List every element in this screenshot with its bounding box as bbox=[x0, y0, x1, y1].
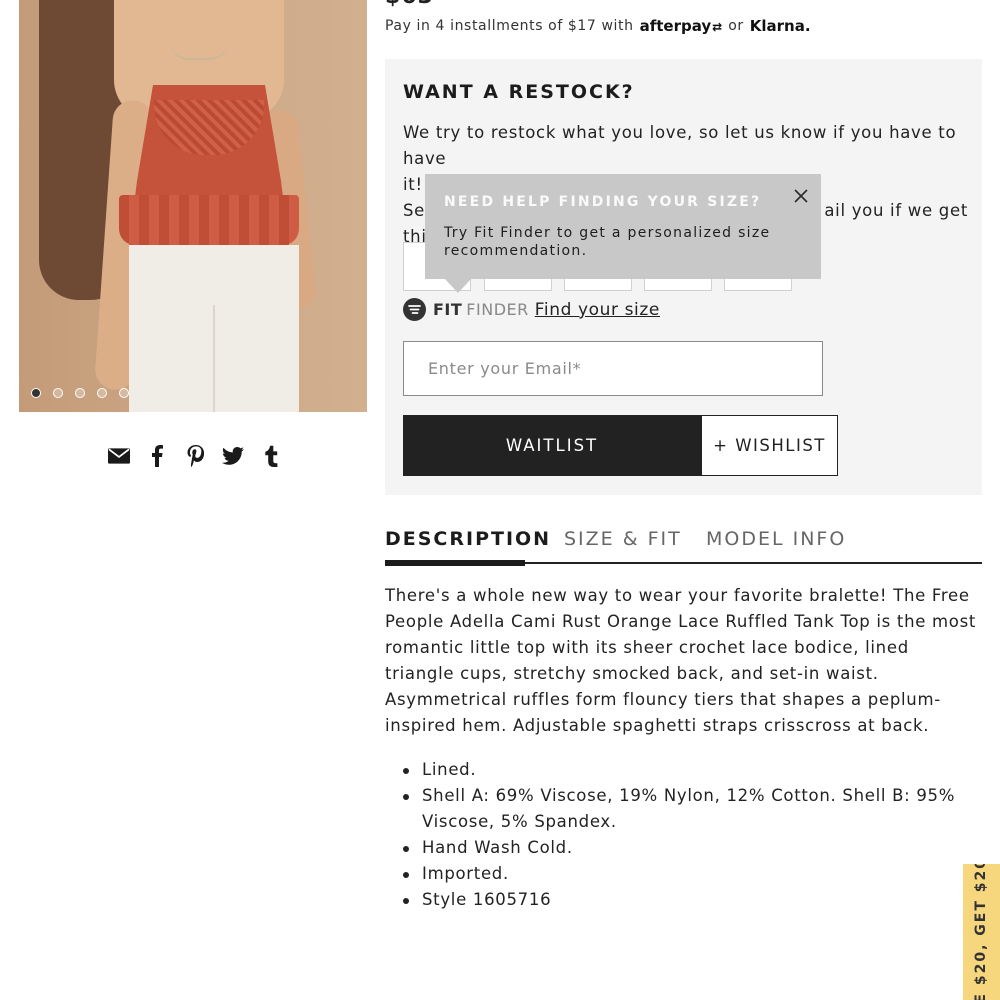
close-icon[interactable] bbox=[790, 185, 812, 207]
installments-line: Pay in 4 installments of $17 with afterp… bbox=[385, 17, 817, 35]
product-image[interactable] bbox=[19, 0, 367, 412]
product-details-list: Lined. Shell A: 69% Viscose, 19% Nylon, … bbox=[403, 757, 983, 913]
email-icon[interactable] bbox=[108, 444, 130, 468]
price: $63 bbox=[385, 0, 434, 9]
tab-model-info[interactable]: MODEL INFO bbox=[706, 528, 846, 550]
social-share bbox=[108, 444, 282, 468]
facebook-icon[interactable] bbox=[146, 444, 168, 468]
tooltip-text: Try Fit Finder to get a personalized siz… bbox=[444, 225, 771, 259]
product-description: There's a whole new way to wear your fav… bbox=[385, 586, 977, 735]
promo-text: E $20, GET $20 bbox=[973, 864, 989, 1000]
tab-size-fit[interactable]: SIZE & FIT bbox=[564, 528, 682, 550]
klarna-logo[interactable]: Klarna. bbox=[750, 17, 811, 35]
carousel-dots bbox=[31, 388, 129, 398]
fit-finder-icon bbox=[403, 298, 426, 321]
afterpay-logo[interactable]: afterpay⇄ bbox=[640, 17, 723, 35]
tumblr-icon[interactable] bbox=[260, 444, 282, 468]
tooltip-title: NEED HELP FINDING YOUR SIZE? bbox=[444, 194, 762, 210]
fit-finder-row: FIT FINDER Find your size bbox=[403, 298, 660, 321]
carousel-dot-3[interactable] bbox=[75, 388, 85, 398]
restock-line-1: We try to restock what you love, so let … bbox=[403, 123, 957, 168]
fit-finder-brand-light: FINDER bbox=[466, 300, 529, 319]
tab-description[interactable]: DESCRIPTION bbox=[385, 528, 551, 550]
pinterest-icon[interactable] bbox=[184, 444, 206, 468]
carousel-dot-5[interactable] bbox=[119, 388, 129, 398]
carousel-dot-4[interactable] bbox=[97, 388, 107, 398]
restock-line-3-left: Se bbox=[403, 201, 426, 220]
wishlist-button[interactable]: + WISHLIST bbox=[701, 415, 838, 476]
restock-title: WANT A RESTOCK? bbox=[403, 81, 635, 103]
carousel-dot-2[interactable] bbox=[53, 388, 63, 398]
list-item: Shell A: 69% Viscose, 19% Nylon, 12% Cot… bbox=[403, 783, 983, 835]
twitter-icon[interactable] bbox=[222, 444, 244, 468]
email-field[interactable] bbox=[403, 341, 823, 396]
waitlist-button[interactable]: WAITLIST bbox=[403, 415, 701, 476]
list-item: Imported. bbox=[403, 861, 983, 887]
installments-text: Pay in 4 installments of $17 with bbox=[385, 18, 634, 34]
fit-finder-brand-bold: FIT bbox=[433, 300, 463, 319]
list-item: Hand Wash Cold. bbox=[403, 835, 983, 861]
active-tab-indicator bbox=[385, 560, 525, 566]
list-item: Lined. bbox=[403, 757, 983, 783]
promo-tab[interactable]: E $20, GET $20 bbox=[963, 864, 1000, 1000]
carousel-dot-1[interactable] bbox=[31, 388, 41, 398]
restock-line-3-right: ail you if we get bbox=[824, 201, 968, 220]
find-your-size-link[interactable]: Find your size bbox=[535, 300, 660, 320]
list-item: Style 1605716 bbox=[403, 887, 983, 913]
installments-or: or bbox=[728, 18, 744, 34]
